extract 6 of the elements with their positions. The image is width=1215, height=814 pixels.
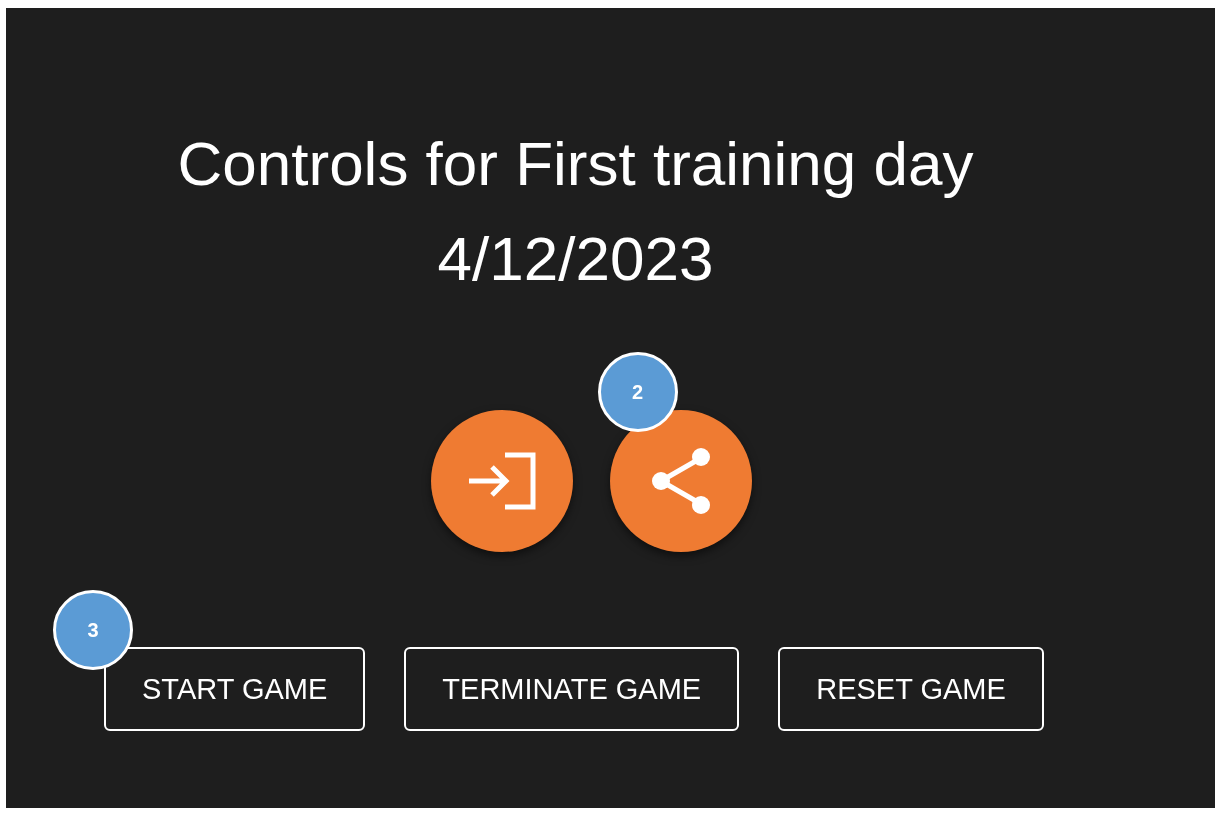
game-button[interactable]: RESET GAME: [778, 647, 1044, 731]
game-button[interactable]: TERMINATE GAME: [404, 647, 740, 731]
enter-icon: [466, 452, 537, 510]
step-badge: 2: [597, 352, 678, 432]
page-title: Controls for First training day 4/12/2023: [176, 128, 975, 295]
step-badge: 3: [53, 590, 133, 670]
